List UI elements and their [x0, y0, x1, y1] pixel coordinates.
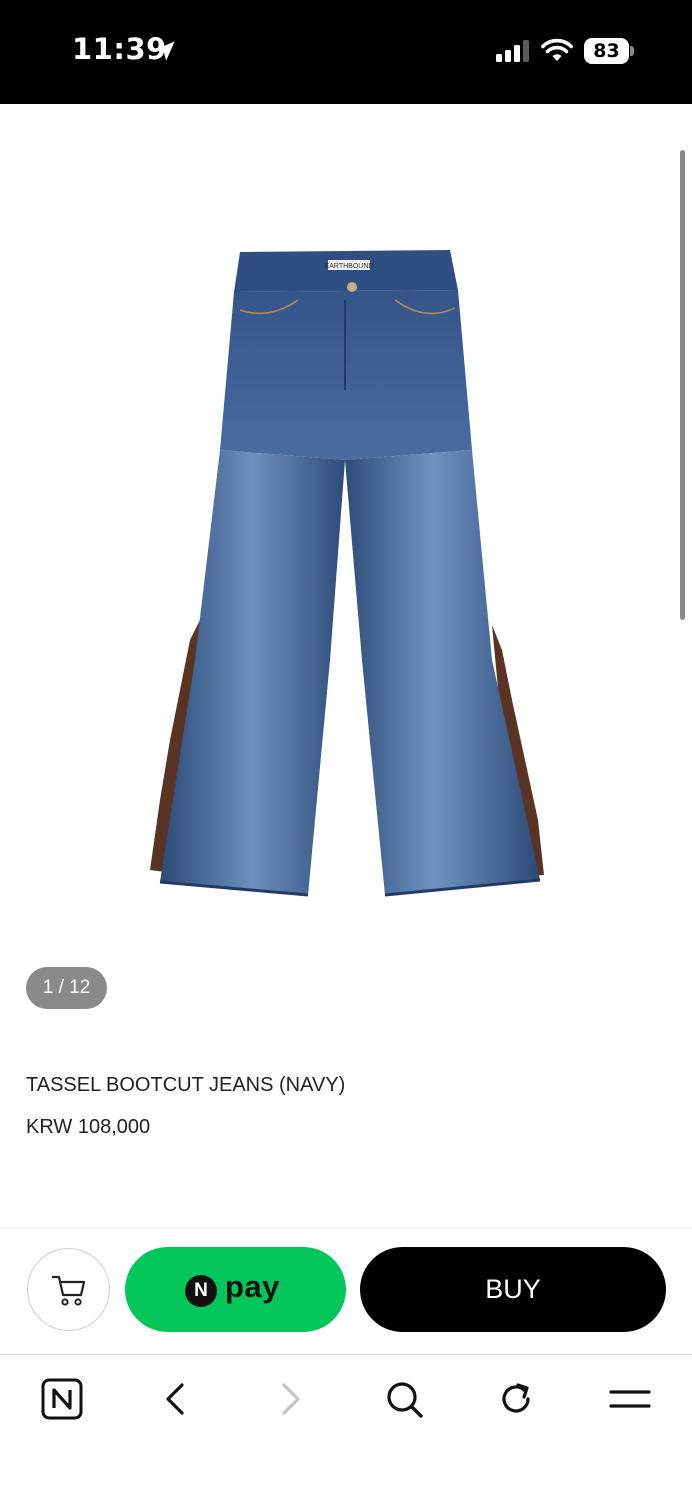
cellular-signal-icon	[496, 40, 529, 62]
buy-button[interactable]: BUY	[360, 1247, 666, 1332]
reload-icon[interactable]	[494, 1377, 538, 1421]
search-icon[interactable]	[382, 1377, 426, 1421]
product-name: TASSEL BOOTCUT JEANS (NAVY)	[26, 1074, 346, 1096]
wifi-icon	[541, 38, 573, 61]
image-counter-badge: 1 / 12	[26, 967, 107, 1009]
battery-icon: 83	[584, 38, 634, 64]
purchase-bar: N pay BUY	[0, 1228, 692, 1354]
npay-logo-icon: N	[185, 1275, 217, 1307]
npay-button[interactable]: N pay	[125, 1247, 346, 1332]
product-image[interactable]: EARTHBOUND	[140, 240, 560, 910]
product-price: KRW 108,000	[26, 1116, 151, 1138]
jeans-label: EARTHBOUND	[325, 263, 374, 270]
back-arrow-icon[interactable]	[154, 1377, 198, 1421]
status-bar: 11:39 83	[0, 0, 692, 104]
browser-toolbar	[0, 1354, 692, 1500]
cart-button[interactable]	[27, 1248, 110, 1331]
forward-arrow-icon[interactable]	[268, 1377, 312, 1421]
page-scrollbar[interactable]	[680, 150, 685, 620]
menu-icon[interactable]	[608, 1377, 652, 1421]
location-arrow-icon	[155, 41, 175, 61]
naver-home-icon[interactable]	[40, 1377, 84, 1421]
battery-cap	[630, 46, 634, 56]
cart-icon	[51, 1275, 86, 1306]
npay-label: pay	[225, 1269, 280, 1304]
battery-level: 83	[584, 38, 629, 64]
